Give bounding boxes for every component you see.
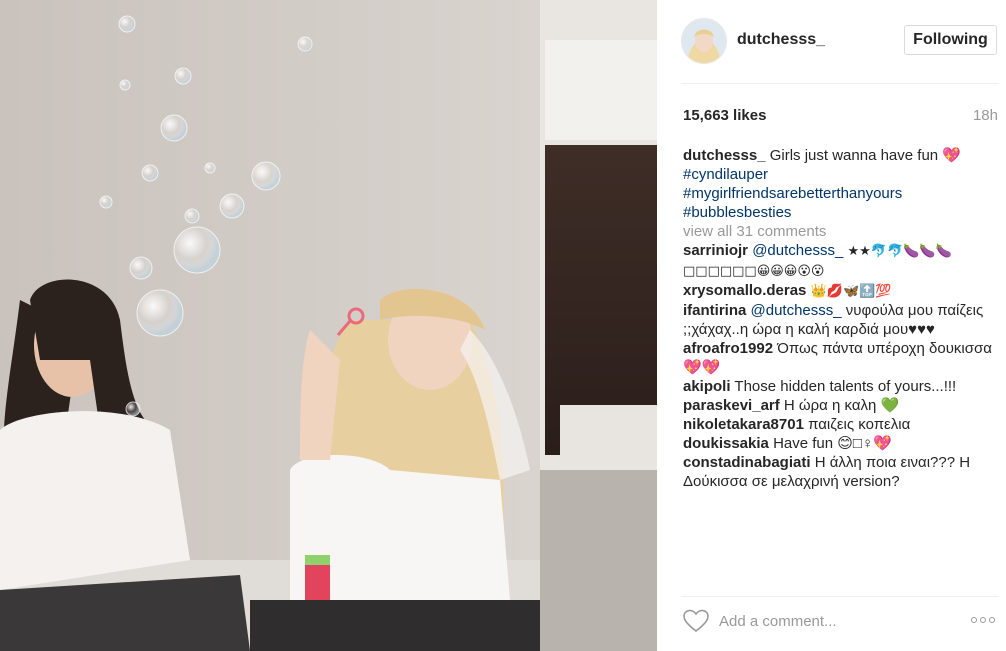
- comment-mention[interactable]: @dutchesss_: [752, 242, 843, 259]
- more-dot: [989, 617, 995, 623]
- post-side-panel: dutchesss_ Following 15,663 likes 18h du…: [657, 0, 1006, 651]
- comment-text: Have fun 😊□♀💖: [773, 435, 892, 452]
- comment: constadinabagiati Η άλλη ποια ειναι??? Η…: [683, 453, 1001, 491]
- comment: sarriniojr @dutchesss_ ★★🐬🐬🍆🍆🍆 □□□□□□😀😀😀…: [683, 241, 1001, 281]
- comment-bar-divider: [681, 596, 999, 597]
- caption-username[interactable]: dutchesss_: [683, 147, 766, 164]
- add-comment-input[interactable]: [719, 608, 959, 634]
- comment-username[interactable]: constadinabagiati: [683, 454, 811, 471]
- avatar[interactable]: [681, 18, 727, 64]
- comment: akipoli Those hidden talents of yours...…: [683, 377, 1001, 396]
- comment-username[interactable]: ifantirina: [683, 302, 746, 319]
- post-timestamp[interactable]: 18h: [973, 107, 998, 124]
- avatar-image: [682, 19, 726, 63]
- post-photo[interactable]: [0, 0, 657, 651]
- instagram-post-modal: dutchesss_ Following 15,663 likes 18h du…: [0, 0, 1006, 651]
- add-comment-bar: [681, 603, 999, 641]
- post-header: dutchesss_ Following: [657, 0, 1006, 82]
- comment-username[interactable]: sarriniojr: [683, 242, 748, 259]
- comment-username[interactable]: xrysomallo.deras: [683, 282, 806, 299]
- heart-icon[interactable]: [683, 609, 709, 638]
- post-author-username[interactable]: dutchesss_: [737, 31, 825, 49]
- comment-mention[interactable]: @dutchesss_: [751, 302, 842, 319]
- comment-username[interactable]: akipoli: [683, 378, 731, 395]
- following-button[interactable]: Following: [904, 25, 997, 55]
- comment: paraskevi_arf Η ώρα η καλη 💚: [683, 396, 1001, 415]
- more-options-icon[interactable]: [971, 617, 999, 625]
- comment-username[interactable]: afroafro1992: [683, 340, 773, 357]
- comment: ifantirina @dutchesss_ νυφούλα μου παίζε…: [683, 301, 1001, 339]
- more-dot: [980, 617, 986, 623]
- comment-text: Η ώρα η καλη 💚: [783, 397, 900, 414]
- view-all-comments-link[interactable]: view all 31 comments: [683, 222, 1001, 241]
- comment: afroafro1992 Όπως πάντα υπέροχη δουκισσα…: [683, 339, 1001, 377]
- comment: doukissakia Have fun 😊□♀💖: [683, 434, 1001, 453]
- comment-text: Those hidden talents of yours...!!!: [734, 378, 957, 395]
- comment-username[interactable]: doukissakia: [683, 435, 769, 452]
- caption: dutchesss_ Girls just wanna have fun 💖 #…: [683, 146, 1001, 222]
- heart-icon-graphic: [683, 609, 709, 633]
- comment-username[interactable]: nikoletakara8701: [683, 416, 804, 433]
- comment: nikoletakara8701 παιζεις κοπελια: [683, 415, 1001, 434]
- header-divider: [681, 83, 999, 84]
- hashtag-link[interactable]: #mygirlfriendsarebetterthanyours: [683, 184, 1001, 203]
- more-dot: [971, 617, 977, 623]
- likes-count[interactable]: 15,663 likes: [683, 107, 766, 124]
- comment-username[interactable]: paraskevi_arf: [683, 397, 780, 414]
- caption-text: Girls just wanna have fun 💖: [769, 147, 961, 164]
- comment: xrysomallo.deras 👑💋🦋🔝💯: [683, 281, 1001, 301]
- hashtag-link[interactable]: #bubblesbesties: [683, 203, 1001, 222]
- post-photo-image: [0, 0, 657, 651]
- comment-text: 👑💋🦋🔝💯: [810, 284, 892, 299]
- hashtag-link[interactable]: #cyndilauper: [683, 165, 1001, 184]
- comments-feed: dutchesss_ Girls just wanna have fun 💖 #…: [683, 146, 1001, 586]
- comment-text: παιζεις κοπελια: [808, 416, 911, 433]
